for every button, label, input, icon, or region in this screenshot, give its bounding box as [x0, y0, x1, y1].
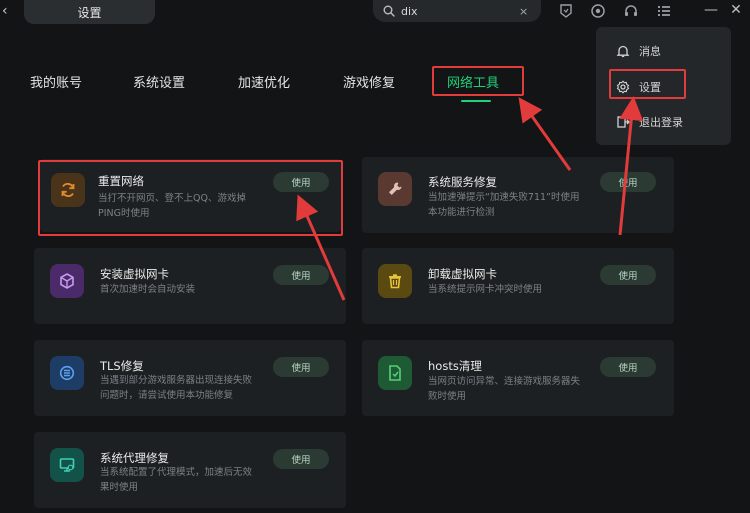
search-box[interactable]: × — [373, 0, 541, 22]
use-button[interactable]: 使用 — [600, 172, 656, 192]
use-button[interactable]: 使用 — [600, 357, 656, 377]
card-description: 当系统提示网卡冲突时使用 — [428, 284, 543, 295]
search-clear-button[interactable]: × — [519, 5, 528, 18]
card-description: 当系统配置了代理模式，加速后无效果时使用 — [100, 467, 253, 493]
annotation-box-settings — [609, 69, 686, 99]
search-input[interactable] — [401, 4, 511, 18]
card-description: 当遇到部分游戏服务器出现连接失败问题时，请尝试使用本功能修复 — [100, 375, 253, 401]
tab-my-account[interactable]: 我的账号 — [30, 72, 82, 91]
tab-acceleration[interactable]: 加速优化 — [238, 72, 290, 91]
active-tab-indicator — [461, 100, 491, 102]
bell-icon — [616, 45, 630, 58]
window-title-tab[interactable]: 设置 — [24, 0, 155, 24]
window-title: 设置 — [77, 5, 102, 20]
annotation-box-reset-network — [38, 160, 343, 236]
card-hosts-clean: hosts清理 当网页访问异常、连接游戏服务器失败时使用 使用 — [362, 340, 674, 416]
headset-icon[interactable] — [621, 1, 641, 21]
use-button[interactable]: 使用 — [273, 265, 329, 285]
close-button[interactable]: ✕ — [728, 2, 744, 18]
door-exit-icon — [617, 116, 630, 128]
card-title: 安装虚拟网卡 — [100, 267, 169, 281]
card-title: 系统代理修复 — [100, 451, 169, 465]
speed-gauge-icon[interactable] — [588, 1, 608, 21]
card-description: 首次加速时会自动安装 — [100, 284, 196, 295]
card-title: 卸载虚拟网卡 — [428, 267, 497, 281]
back-button[interactable]: ‹ — [2, 3, 16, 19]
menu-item-logout[interactable]: 退出登录 — [616, 114, 683, 130]
card-uninstall-virtual-nic: 卸载虚拟网卡 当系统提示网卡冲突时使用 使用 — [362, 248, 674, 324]
menu-item-label: 消息 — [639, 45, 661, 58]
use-button[interactable]: 使用 — [273, 449, 329, 469]
menu-list-icon[interactable] — [654, 1, 674, 21]
tls-icon — [50, 356, 84, 390]
use-button[interactable]: 使用 — [273, 357, 329, 377]
wrench-icon — [378, 172, 412, 206]
minimize-button[interactable]: — — [703, 2, 719, 18]
card-title: hosts清理 — [428, 359, 482, 373]
card-description: 当加速弹提示“加速失败711”时使用本功能进行检测 — [428, 192, 580, 218]
annotation-box-network-tools — [432, 66, 524, 96]
cube-icon — [50, 264, 84, 298]
tab-system-settings[interactable]: 系统设置 — [133, 72, 185, 91]
card-system-proxy-repair: 系统代理修复 当系统配置了代理模式，加速后无效果时使用 使用 — [34, 432, 346, 508]
card-description: 当网页访问异常、连接游戏服务器失败时使用 — [428, 376, 581, 402]
trash-icon — [378, 264, 412, 298]
menu-item-messages[interactable]: 消息 — [616, 43, 661, 59]
menu-item-label: 退出登录 — [639, 116, 683, 129]
tab-game-repair[interactable]: 游戏修复 — [343, 72, 395, 91]
monitor-proxy-icon — [50, 448, 84, 482]
card-tls-repair: TLS修复 当遇到部分游戏服务器出现连接失败问题时，请尝试使用本功能修复 使用 — [34, 340, 346, 416]
card-title: TLS修复 — [100, 359, 144, 373]
shield-badge-icon[interactable] — [556, 1, 576, 21]
card-title: 系统服务修复 — [428, 175, 497, 189]
card-system-service-repair: 系统服务修复 当加速弹提示“加速失败711”时使用本功能进行检测 使用 — [362, 157, 674, 233]
use-button[interactable]: 使用 — [600, 265, 656, 285]
card-install-virtual-nic: 安装虚拟网卡 首次加速时会自动安装 使用 — [34, 248, 346, 324]
search-icon — [383, 5, 395, 17]
file-clean-icon — [378, 356, 412, 390]
